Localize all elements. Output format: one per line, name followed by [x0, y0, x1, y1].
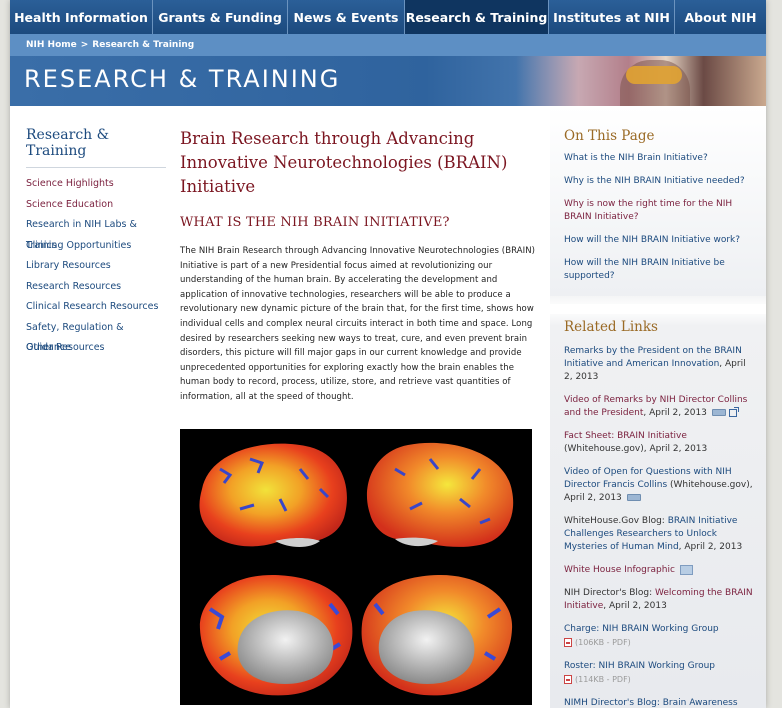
sidebar-item-safety-regulation: Safety, Regulation & Guidance: [26, 318, 166, 354]
brain-map-image: [180, 429, 532, 705]
on-this-page-item: Why is the NIH BRAIN Initiative needed?: [564, 175, 754, 188]
nav-research-training[interactable]: Research & Training: [405, 0, 549, 34]
external-link-icon[interactable]: [728, 406, 739, 417]
on-this-page-item: How will the NIH BRAIN Initiative work?: [564, 234, 754, 247]
related-link[interactable]: Remarks by the President on the BRAIN In…: [564, 346, 742, 369]
related-link-suffix: , April 2, 2013: [603, 601, 667, 611]
sidebar-item-library-resources: Library Resources: [26, 256, 166, 277]
brain-map-graphic: [199, 442, 514, 696]
related-link-item: Charge: NIH BRAIN Working Group (106KB -…: [564, 623, 756, 650]
related-link[interactable]: White House Infographic: [564, 565, 675, 575]
right-sidebar: On This Page What is the NIH Brain Initi…: [550, 106, 766, 708]
related-link-item: WhiteHouse.Gov Blog: BRAIN Initiative Ch…: [564, 515, 756, 554]
nav-about-nih[interactable]: About NIH: [675, 0, 766, 34]
sidebar-link[interactable]: Other Resources: [26, 342, 105, 353]
related-links-panel: Related Links Remarks by the President o…: [564, 319, 756, 708]
related-link-suffix: (Whitehouse.gov), April 2, 2013: [564, 444, 708, 454]
image-icon[interactable]: [679, 564, 693, 575]
sidebar-link[interactable]: Clinical Research Resources: [26, 301, 158, 312]
breadcrumb-current-link[interactable]: Research & Training: [92, 40, 194, 50]
sidebar-item-research-resources: Research Resources: [26, 277, 166, 298]
on-this-page-heading: On This Page: [564, 128, 655, 144]
breadcrumb-separator: >: [80, 40, 89, 50]
main-content: Brain Research through Advancing Innovat…: [180, 127, 536, 705]
anchor-link-how-supported[interactable]: How will the NIH BRAIN Initiative be sup…: [564, 258, 725, 281]
on-this-page-item: How will the NIH BRAIN Initiative be sup…: [564, 257, 754, 283]
on-this-page-list: What is the NIH Brain Initiative? Why is…: [564, 152, 754, 283]
breadcrumb: NIH Home > Research & Training: [10, 34, 766, 56]
sidebar-divider: [550, 304, 766, 314]
on-this-page-item: Why is now the right time for the NIH BR…: [564, 198, 754, 224]
related-link-prefix: WhiteHouse.Gov Blog:: [564, 516, 668, 526]
banner-title: RESEARCH & TRAINING: [24, 65, 341, 93]
sidebar-item-research-labs-clinics: Research in NIH Labs & Clinics: [26, 215, 166, 251]
related-link-item: Roster: NIH BRAIN Working Group (114KB -…: [564, 660, 756, 687]
banner-photo-goggles: [626, 66, 682, 84]
related-link-item: Video of Remarks by NIH Director Collins…: [564, 394, 756, 420]
section-banner: RESEARCH & TRAINING: [10, 56, 766, 106]
page-title: Brain Research through Advancing Innovat…: [180, 129, 508, 196]
sidebar-link[interactable]: Science Highlights: [26, 178, 114, 189]
sidebar-link[interactable]: Library Resources: [26, 260, 111, 271]
related-link[interactable]: NIMH Director's Blog: Brain Awareness: [564, 698, 738, 708]
sidebar-item-other-resources: Other Resources: [26, 338, 166, 359]
related-link-item: White House Infographic: [564, 564, 756, 577]
related-link-item: Video of Open for Questions with NIH Dir…: [564, 466, 756, 505]
page-shell: Health Information Grants & Funding News…: [10, 0, 766, 708]
anchor-link-what-is[interactable]: What is the NIH Brain Initiative?: [564, 153, 708, 163]
nav-grants-funding[interactable]: Grants & Funding: [153, 0, 288, 34]
breadcrumb-home-link[interactable]: NIH Home: [26, 40, 77, 50]
related-links-heading: Related Links: [564, 319, 658, 335]
anchor-link-why-needed[interactable]: Why is the NIH BRAIN Initiative needed?: [564, 176, 745, 186]
pdf-size-label: (114KB - PDF): [575, 675, 631, 684]
left-sidebar-heading[interactable]: Research & Training: [26, 127, 166, 168]
anchor-link-how-work[interactable]: How will the NIH BRAIN Initiative work?: [564, 235, 740, 245]
pdf-size-label: (106KB - PDF): [575, 638, 631, 647]
pdf-icon: [564, 638, 572, 647]
top-navigation: Health Information Grants & Funding News…: [10, 0, 766, 34]
sidebar-item-science-education: Science Education: [26, 195, 166, 216]
sidebar-item-training-opportunities: Training Opportunities: [26, 236, 166, 257]
sidebar-item-science-highlights: Science Highlights: [26, 174, 166, 195]
related-link-item: Fact Sheet: BRAIN Initiative (Whitehouse…: [564, 430, 756, 456]
related-link[interactable]: Roster: NIH BRAIN Working Group: [564, 661, 715, 671]
sidebar-link[interactable]: Science Education: [26, 199, 113, 210]
nav-institutes-at-nih[interactable]: Institutes at NIH: [549, 0, 675, 34]
related-link-suffix: , April 2, 2013: [678, 542, 743, 552]
related-link[interactable]: Charge: NIH BRAIN Working Group: [564, 624, 719, 634]
nav-health-information[interactable]: Health Information: [10, 0, 153, 34]
sidebar-item-clinical-research-resources: Clinical Research Resources: [26, 297, 166, 318]
sidebar-link[interactable]: Training Opportunities: [26, 240, 131, 251]
related-link[interactable]: Fact Sheet: BRAIN Initiative: [564, 431, 687, 441]
related-link-suffix: , April 2, 2013: [643, 408, 707, 418]
section-heading: WHAT IS THE NIH BRAIN INITIATIVE?: [180, 215, 450, 230]
video-icon[interactable]: [711, 409, 726, 416]
related-link-prefix: NIH Director's Blog:: [564, 588, 655, 598]
sidebar-link[interactable]: Research Resources: [26, 281, 121, 292]
nav-news-events[interactable]: News & Events: [288, 0, 405, 34]
on-this-page-item: What is the NIH Brain Initiative?: [564, 152, 754, 165]
related-link-item: NIMH Director's Blog: Brain Awareness: [564, 697, 756, 708]
left-sidebar: Research & Training Science Highlights S…: [26, 127, 166, 359]
video-icon[interactable]: [626, 494, 641, 501]
related-link-item: NIH Director's Blog: Welcoming the BRAIN…: [564, 587, 756, 613]
banner-photo: [516, 56, 766, 106]
anchor-link-why-now[interactable]: Why is now the right time for the NIH BR…: [564, 199, 732, 222]
related-link-item: Remarks by the President on the BRAIN In…: [564, 345, 756, 384]
pdf-icon: [564, 675, 572, 684]
on-this-page-panel: On This Page What is the NIH Brain Initi…: [564, 128, 754, 293]
left-sidebar-list: Science Highlights Science Education Res…: [26, 174, 166, 359]
related-links-list: Remarks by the President on the BRAIN In…: [564, 345, 756, 708]
intro-paragraph: The NIH Brain Research through Advancing…: [180, 246, 536, 402]
